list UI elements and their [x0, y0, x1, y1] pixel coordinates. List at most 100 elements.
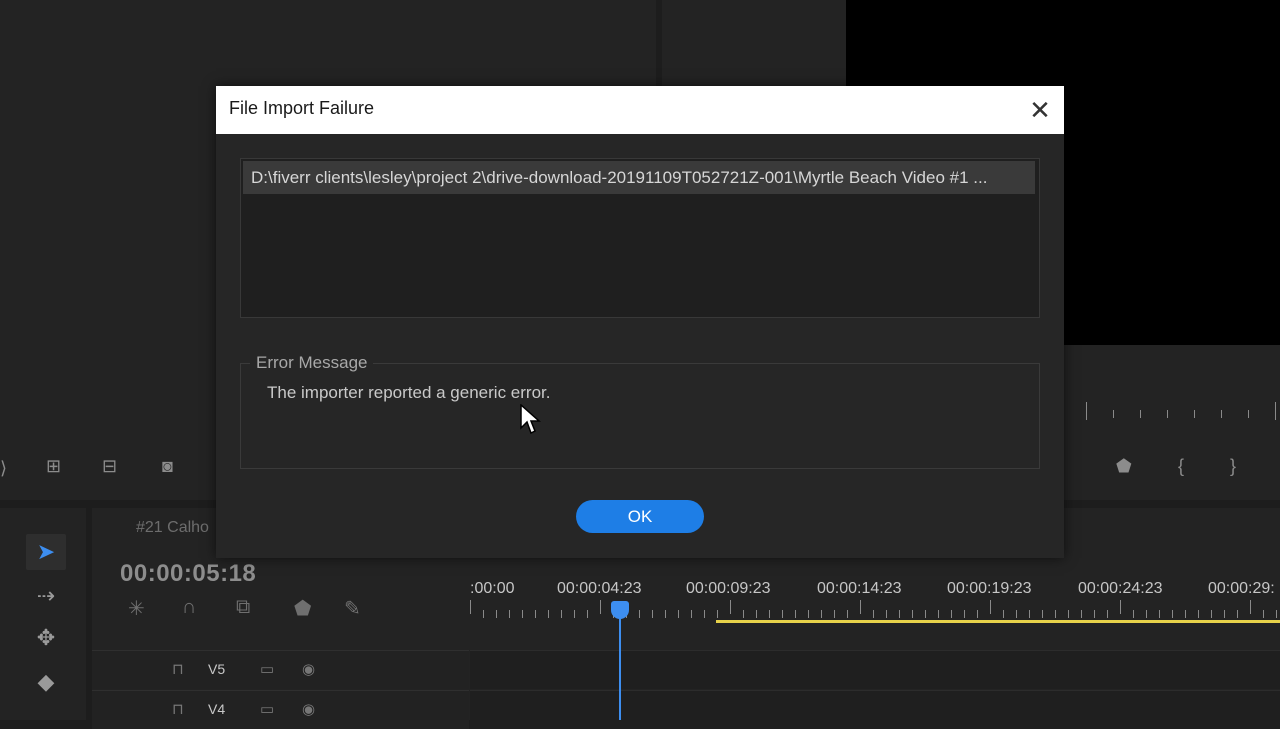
ruler-tick	[821, 610, 822, 618]
error-message-text: The importer reported a generic error.	[267, 383, 551, 402]
razor-tool-icon[interactable]: ◆	[26, 664, 66, 700]
add-marker-timeline-icon[interactable]: ⬟	[294, 596, 311, 621]
sequence-tab[interactable]: #21 Calho	[136, 519, 209, 537]
track-select-tool-icon[interactable]: ⇢	[26, 578, 66, 614]
ruler-tick	[1237, 610, 1238, 618]
track-label: V4	[208, 701, 226, 717]
ruler-tick	[717, 610, 718, 618]
ruler-tick	[665, 610, 666, 618]
ruler-tick	[483, 610, 484, 618]
work-area-bar[interactable]	[716, 620, 1280, 623]
toggle-sync-icon[interactable]: ▭	[260, 660, 274, 678]
ruler-tick	[1263, 610, 1264, 618]
program-mini-ruler[interactable]	[1086, 402, 1280, 420]
camera-icon[interactable]: ◙	[162, 456, 173, 477]
ruler-tick	[743, 610, 744, 618]
lock-icon[interactable]: ⊓	[172, 700, 184, 718]
playhead-line[interactable]	[619, 612, 621, 720]
ruler-tick	[587, 610, 588, 618]
close-icon: ✕	[1029, 95, 1051, 125]
ruler-tick	[1003, 610, 1004, 618]
ruler-tick	[1029, 610, 1030, 618]
ruler-tick	[470, 600, 471, 614]
close-button[interactable]: ✕	[1020, 90, 1060, 130]
ruler-tick	[1250, 600, 1251, 614]
ruler-label: 00:00:04:23	[557, 580, 642, 597]
ruler-label: 00:00:19:23	[947, 580, 1032, 597]
wrench-icon[interactable]: ✎	[344, 596, 361, 621]
eye-icon[interactable]: ◉	[302, 700, 315, 718]
track-area-v5[interactable]	[470, 650, 1280, 689]
ruler-tick	[860, 600, 861, 614]
ok-button[interactable]: OK	[576, 500, 704, 533]
ruler-tick	[730, 600, 731, 614]
ruler-tick	[1120, 600, 1121, 614]
ruler-tick	[1042, 610, 1043, 618]
ruler-tick	[769, 610, 770, 618]
ruler-tick	[1107, 610, 1108, 618]
error-message-group	[240, 363, 1040, 469]
ruler-tick	[574, 610, 575, 618]
ruler-tick	[548, 610, 549, 618]
ruler-tick	[964, 610, 965, 618]
ruler-tick	[977, 610, 978, 618]
ruler-tick	[886, 610, 887, 618]
linked-selection-icon[interactable]: ⧉	[236, 596, 250, 619]
ruler-tick	[834, 610, 835, 618]
track-header-v4[interactable]: ⊓ V4 ▭ ◉	[92, 690, 469, 729]
ruler-tick	[756, 610, 757, 618]
ruler-tick	[561, 610, 562, 618]
snap-icon[interactable]: ∩	[182, 596, 196, 619]
ruler-tick	[1211, 610, 1212, 618]
mark-in-icon[interactable]: {	[1178, 456, 1184, 477]
playhead-handle[interactable]	[611, 601, 629, 619]
ruler-tick	[912, 610, 913, 618]
lock-icon[interactable]: ⊓	[172, 660, 184, 678]
file-import-failure-dialog	[216, 86, 1064, 558]
insert-icon[interactable]: ⊞	[46, 456, 61, 477]
ruler-tick	[535, 610, 536, 618]
ruler-tick	[1159, 610, 1160, 618]
timeline-timecode[interactable]: 00:00:05:18	[120, 560, 256, 588]
ruler-tick	[1146, 610, 1147, 618]
ruler-tick	[1276, 610, 1277, 618]
ruler-tick	[1094, 610, 1095, 618]
ruler-tick	[925, 610, 926, 618]
ruler-tick	[639, 610, 640, 618]
ruler-tick	[847, 610, 848, 618]
mark-out-icon[interactable]: }	[1230, 456, 1236, 477]
nest-icon[interactable]: ✳	[128, 596, 145, 621]
toggle-sync-icon[interactable]: ▭	[260, 700, 274, 718]
overwrite-icon[interactable]: ⊟	[102, 456, 117, 477]
ruler-tick	[1081, 610, 1082, 618]
ruler-tick	[600, 600, 601, 614]
ruler-tick	[496, 610, 497, 618]
ruler-tick	[1198, 610, 1199, 618]
ripple-edit-tool-icon[interactable]: ✥	[26, 620, 66, 656]
ruler-tick	[1068, 610, 1069, 618]
selection-tool-icon[interactable]: ➤	[26, 534, 66, 570]
mark-icon[interactable]: ⟩	[0, 458, 7, 479]
ruler-tick	[1133, 610, 1134, 618]
ruler-tick	[509, 610, 510, 618]
ruler-tick	[795, 610, 796, 618]
ruler-tick	[990, 600, 991, 614]
ruler-tick	[899, 610, 900, 618]
file-path-text: D:\fiverr clients\lesley\project 2\drive…	[251, 168, 988, 187]
ruler-tick	[1016, 610, 1017, 618]
track-header-v5[interactable]: ⊓ V5 ▭ ◉	[92, 650, 469, 689]
ruler-label: :00:00	[470, 580, 515, 597]
add-marker-icon[interactable]: ⬟	[1116, 456, 1132, 477]
ruler-tick	[1172, 610, 1173, 618]
ruler-tick	[652, 610, 653, 618]
ruler-tick	[782, 610, 783, 618]
track-area-v4[interactable]	[470, 690, 1280, 729]
mouse-cursor-icon	[520, 404, 541, 435]
ruler-tick	[873, 610, 874, 618]
ruler-label: 00:00:14:23	[817, 580, 902, 597]
ruler-tick	[808, 610, 809, 618]
error-message-label: Error Message	[250, 353, 374, 373]
eye-icon[interactable]: ◉	[302, 660, 315, 678]
ruler-tick	[704, 610, 705, 618]
timeline-ruler[interactable]: :00:00 00:00:04:23 00:00:09:23 00:00:14:…	[470, 574, 1280, 624]
